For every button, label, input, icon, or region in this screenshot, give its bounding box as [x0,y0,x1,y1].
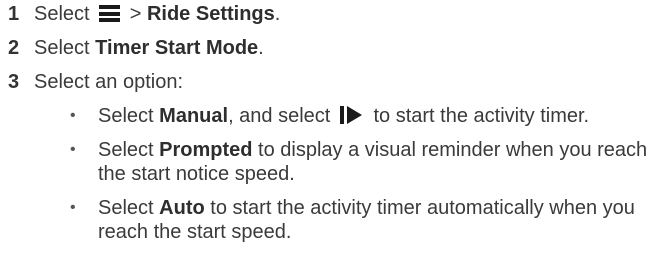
bullet-icon: • [70,141,76,158]
step-text: Select Timer Start Mode. [34,36,264,60]
step-2: 2 Select Timer Start Mode. [8,36,264,60]
option-text: Select Prompted to display a visual remi… [98,138,663,186]
bullet-icon: • [70,107,76,124]
manual-label: Manual [159,105,229,127]
step-number: 2 [8,37,20,59]
option-text-suffix: to start the activity timer. [367,105,590,127]
step-text-suffix: . [258,37,264,59]
step-3: 3 Select an option: [8,70,183,94]
step-text-prefix: Select [34,3,96,25]
step-text: Select > Ride Settings. [34,2,280,26]
prompted-label: Prompted [159,139,253,161]
step-text: Select an option: [34,71,183,93]
option-text-prefix: Select [98,139,160,161]
start-play-icon [339,106,364,124]
option-text: Select Auto to start the activity timer … [98,196,663,244]
option-text-prefix: Select [98,105,160,127]
instruction-page: 1 Select > Ride Settings. 2 Select Timer… [0,0,671,260]
option-text: Select Manual, and select to start the a… [98,104,663,128]
step-1: 1 Select > Ride Settings. [8,2,280,26]
step-number: 3 [8,71,20,93]
timer-start-mode-label: Timer Start Mode [95,37,259,59]
menu-icon [99,5,121,22]
option-text-prefix: Select [98,197,160,219]
step-text-prefix: Select [34,37,96,59]
step-text-suffix: . [274,3,281,25]
auto-label: Auto [159,197,205,219]
option-text-middle: , and select [228,105,336,127]
bullet-icon: • [70,199,76,216]
step-text-separator: > [124,3,147,25]
ride-settings-label: Ride Settings [146,3,275,25]
step-number: 1 [8,3,20,25]
